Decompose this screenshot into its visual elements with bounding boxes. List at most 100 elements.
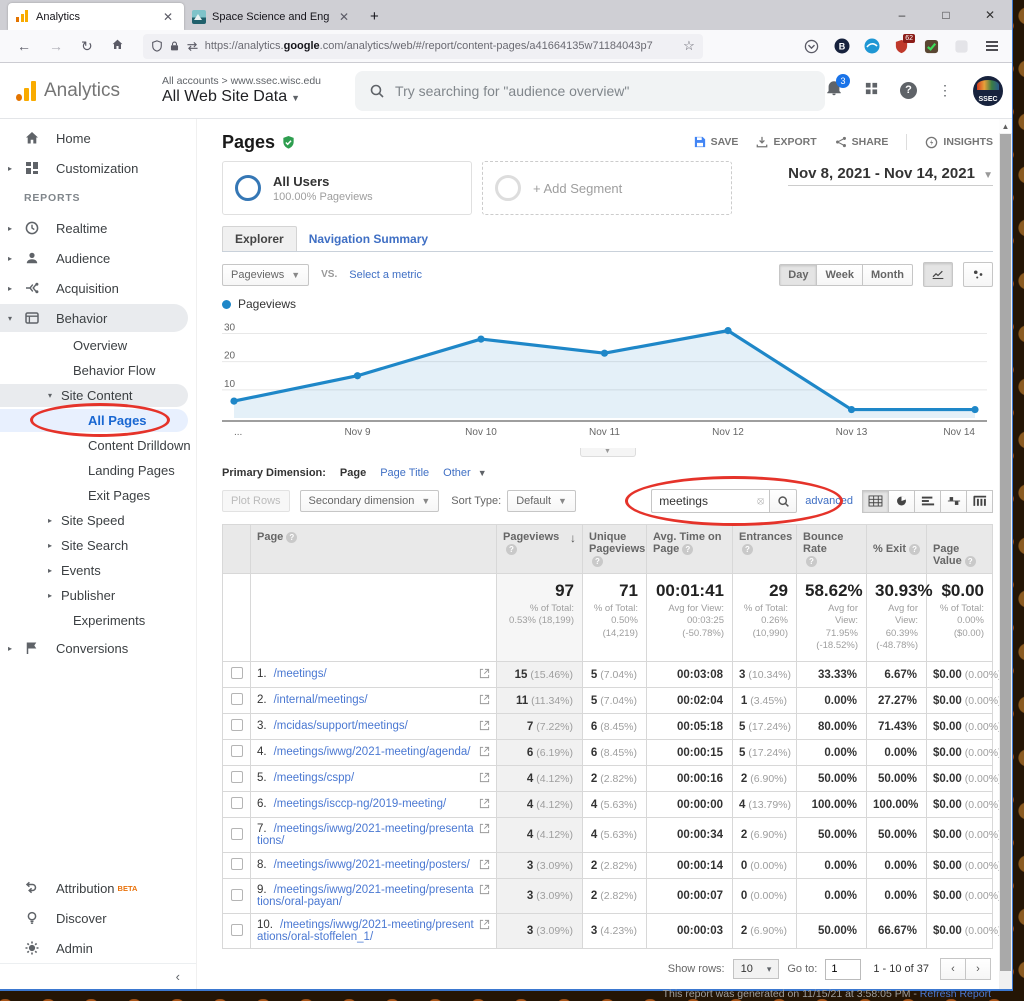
sidebar-item-realtime[interactable]: ▸Realtime bbox=[0, 213, 196, 243]
table-view-button[interactable] bbox=[862, 490, 889, 513]
external-link-icon[interactable] bbox=[479, 720, 490, 734]
notifications-button[interactable]: 3 bbox=[825, 79, 843, 102]
prev-page-button[interactable]: ‹ bbox=[940, 958, 966, 980]
col-header-pageviews[interactable]: ↓Pageviews? bbox=[497, 525, 583, 574]
window-maximize-button[interactable]: □ bbox=[924, 0, 968, 30]
sidebar-item-attribution[interactable]: AttributionBETA bbox=[0, 873, 196, 903]
sidebar-item-experiments[interactable]: Experiments bbox=[0, 608, 196, 633]
sidebar-item-all-pages[interactable]: All Pages bbox=[0, 408, 196, 433]
window-close-button[interactable]: ✕ bbox=[968, 0, 1012, 30]
sidebar-item-site-content[interactable]: ▾Site Content bbox=[0, 383, 196, 408]
bookmark-star-icon[interactable]: ☆ bbox=[683, 38, 695, 54]
home-button[interactable] bbox=[102, 38, 133, 54]
goto-page-input[interactable] bbox=[825, 959, 861, 980]
granularity-month-button[interactable]: Month bbox=[862, 264, 913, 286]
tab-navigation-summary[interactable]: Navigation Summary bbox=[297, 227, 440, 251]
export-button[interactable]: EXPORT bbox=[756, 136, 816, 148]
advanced-search-link[interactable]: advanced bbox=[805, 495, 853, 507]
date-range-picker[interactable]: Nov 8, 2021 - Nov 14, 2021 ▼ bbox=[788, 161, 993, 215]
motion-chart-view-button[interactable] bbox=[963, 262, 993, 287]
line-chart-view-button[interactable] bbox=[923, 262, 953, 287]
sort-type-dropdown[interactable]: Default▼ bbox=[507, 490, 576, 512]
pageviews-chart[interactable]: 102030...Nov 9Nov 10Nov 11Nov 12Nov 13No… bbox=[222, 313, 993, 448]
dimension-other[interactable]: Other ▼ bbox=[443, 467, 487, 479]
sidebar-collapse-button[interactable]: ‹ bbox=[0, 963, 196, 989]
row-checkbox[interactable] bbox=[231, 719, 243, 731]
sidebar-item-conversions[interactable]: ▸Conversions bbox=[0, 633, 196, 663]
external-link-icon[interactable] bbox=[479, 823, 490, 837]
dimension-page[interactable]: Page bbox=[340, 467, 366, 479]
select-metric-link[interactable]: Select a metric bbox=[349, 269, 422, 281]
select-all-header[interactable] bbox=[223, 525, 251, 574]
avatar[interactable]: SSEC bbox=[973, 76, 1003, 106]
page-link[interactable]: /meetings/iwwg/2021-meeting/agenda/ bbox=[274, 746, 471, 758]
inactive-extension-icon[interactable] bbox=[953, 38, 970, 55]
clear-search-icon[interactable]: ⦻ bbox=[757, 495, 764, 508]
external-link-icon[interactable] bbox=[479, 798, 490, 812]
table-search-input[interactable] bbox=[651, 489, 769, 513]
col-header-page-value[interactable]: Page Value? bbox=[927, 525, 993, 574]
external-link-icon[interactable] bbox=[479, 884, 490, 898]
tab-ssec[interactable]: Space Science and Engineeri ✕ bbox=[184, 3, 360, 30]
page-link[interactable]: /meetings/iwwg/2021-meeting/presentation… bbox=[257, 823, 474, 847]
secondary-dimension-dropdown[interactable]: Secondary dimension▼ bbox=[300, 490, 440, 512]
sidebar-item-landing-pages[interactable]: Landing Pages bbox=[0, 458, 196, 483]
row-checkbox[interactable] bbox=[231, 667, 243, 679]
sidebar-item-events[interactable]: ▸Events bbox=[0, 558, 196, 583]
adblock-extension-icon[interactable]: 62 bbox=[893, 38, 910, 55]
sidebar-item-content-drilldown[interactable]: Content Drilldown bbox=[0, 433, 196, 458]
help-icon[interactable]: ? bbox=[965, 556, 976, 567]
chevron-right-icon[interactable]: ▸ bbox=[8, 644, 17, 653]
chevron-right-icon[interactable]: ▸ bbox=[8, 284, 17, 293]
page-link[interactable]: /meetings/iwwg/2021-meeting/presentation… bbox=[257, 919, 474, 943]
pivot-view-button[interactable] bbox=[966, 490, 993, 513]
col-header-avg-time[interactable]: Avg. Time on Page? bbox=[647, 525, 733, 574]
help-icon[interactable]: ? bbox=[506, 544, 517, 555]
col-header-unique-pageviews[interactable]: Unique Pageviews? bbox=[583, 525, 647, 574]
pocket-icon[interactable] bbox=[803, 38, 820, 55]
next-page-button[interactable]: › bbox=[965, 958, 991, 980]
table-search-button[interactable] bbox=[769, 489, 797, 513]
row-checkbox[interactable] bbox=[231, 797, 243, 809]
scroll-up-arrow[interactable]: ▲ bbox=[999, 119, 1012, 133]
metric-dropdown[interactable]: Pageviews▼ bbox=[222, 264, 309, 286]
forward-button[interactable]: → bbox=[40, 38, 72, 54]
col-header-page[interactable]: Page? bbox=[251, 525, 497, 574]
external-link-icon[interactable] bbox=[479, 919, 490, 933]
row-checkbox[interactable] bbox=[231, 828, 243, 840]
chevron-right-icon[interactable]: ▸ bbox=[8, 254, 17, 263]
scrollbar-thumb[interactable] bbox=[1000, 134, 1011, 971]
help-icon[interactable]: ? bbox=[742, 544, 753, 555]
row-checkbox[interactable] bbox=[231, 924, 243, 936]
tab-explorer[interactable]: Explorer bbox=[222, 226, 297, 251]
plot-rows-button[interactable]: Plot Rows bbox=[222, 490, 290, 512]
chevron-down-icon[interactable]: ▾ bbox=[48, 391, 57, 400]
tab-close-icon[interactable]: ✕ bbox=[160, 10, 176, 24]
password-manager-extension-icon[interactable]: B bbox=[833, 38, 850, 55]
chart-collapse-toggle[interactable]: ▼ bbox=[580, 448, 636, 457]
external-link-icon[interactable] bbox=[479, 746, 490, 760]
sidebar-item-customization[interactable]: ▸Customization bbox=[0, 153, 196, 183]
row-checkbox[interactable] bbox=[231, 693, 243, 705]
sidebar-item-behavior-flow[interactable]: Behavior Flow bbox=[0, 358, 196, 383]
dimension-page-title[interactable]: Page Title bbox=[380, 467, 429, 479]
page-link[interactable]: /meetings/isccp-ng/2019-meeting/ bbox=[274, 798, 447, 810]
page-link[interactable]: /meetings/ bbox=[274, 668, 327, 680]
chevron-right-icon[interactable]: ▸ bbox=[8, 164, 17, 173]
tab-close-icon[interactable]: ✕ bbox=[336, 10, 352, 24]
sidebar-item-site-search[interactable]: ▸Site Search bbox=[0, 533, 196, 558]
chevron-right-icon[interactable]: ▸ bbox=[48, 591, 57, 600]
page-link[interactable]: /meetings/iwwg/2021-meeting/presentation… bbox=[257, 884, 474, 908]
sidebar-item-behavior[interactable]: ▾Behavior bbox=[0, 303, 196, 333]
chevron-right-icon[interactable]: ▸ bbox=[48, 516, 57, 525]
save-button[interactable]: SAVE bbox=[694, 136, 739, 148]
row-checkbox[interactable] bbox=[231, 858, 243, 870]
sidebar-item-acquisition[interactable]: ▸Acquisition bbox=[0, 273, 196, 303]
sidebar-item-publisher[interactable]: ▸Publisher bbox=[0, 583, 196, 608]
sidebar-item-site-speed[interactable]: ▸Site Speed bbox=[0, 508, 196, 533]
granularity-day-button[interactable]: Day bbox=[779, 264, 817, 286]
blue-extension-icon[interactable] bbox=[863, 38, 880, 55]
performance-view-button[interactable] bbox=[914, 490, 941, 513]
page-link[interactable]: /meetings/cspp/ bbox=[274, 772, 355, 784]
row-checkbox[interactable] bbox=[231, 889, 243, 901]
